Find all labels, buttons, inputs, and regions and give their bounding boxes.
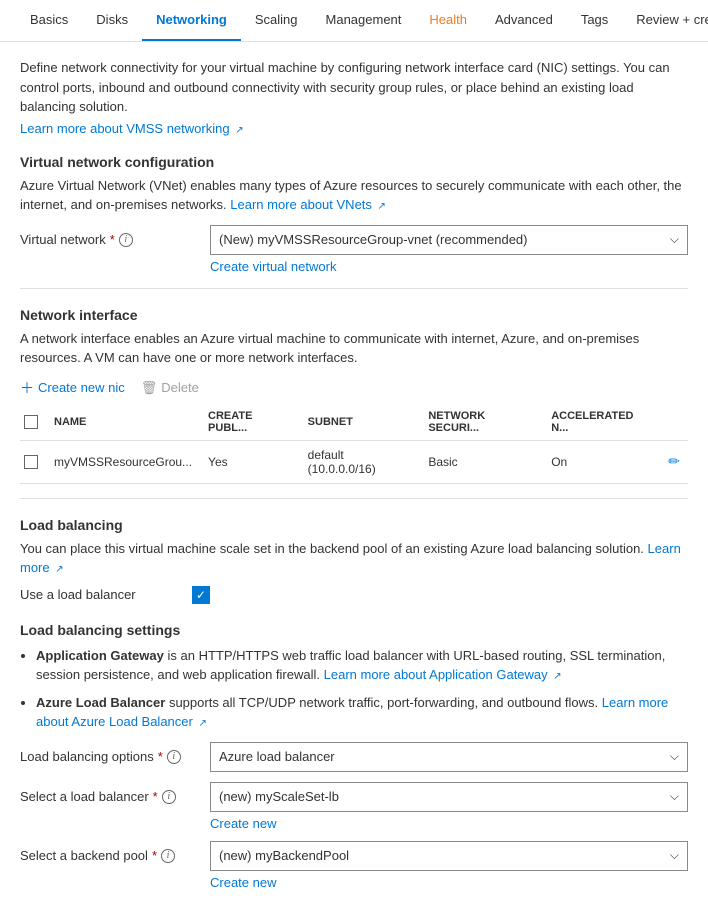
vnet-link-icon: ↗ bbox=[378, 201, 386, 212]
nic-col-name: NAME bbox=[46, 404, 200, 441]
lb-settings-title: Load balancing settings bbox=[20, 622, 688, 638]
lb-backend-dropdown[interactable]: (new) myBackendPool ⌵ bbox=[210, 841, 688, 871]
nic-col-subnet: SUBNET bbox=[300, 404, 421, 441]
lb-select-required: * bbox=[153, 789, 158, 804]
nic-section-title: Network interface bbox=[20, 307, 688, 323]
nic-row-checkbox[interactable] bbox=[24, 455, 38, 469]
app-gateway-link[interactable]: Learn more about Application Gateway bbox=[324, 667, 548, 682]
nic-row-accelerated: On bbox=[543, 440, 660, 483]
nic-row-subnet: default (10.0.0.0/16) bbox=[300, 440, 421, 483]
lb-select-dropdown[interactable]: (new) myScaleSet-lb ⌵ bbox=[210, 782, 688, 812]
table-row: myVMSSResourceGrou... Yes default (10.0.… bbox=[20, 440, 688, 483]
lb-options-dropdown[interactable]: Azure load balancer ⌵ bbox=[210, 742, 688, 772]
tab-disks[interactable]: Disks bbox=[82, 0, 142, 41]
nic-toolbar: ＋ Create new nic 🗑 Delete bbox=[20, 378, 688, 398]
vnet-label: Virtual network * i bbox=[20, 232, 200, 247]
create-lb-link[interactable]: Create new bbox=[210, 816, 688, 831]
nic-table: NAME CREATE PUBL... SUBNET NETWORK SECUR… bbox=[20, 404, 688, 484]
tab-management[interactable]: Management bbox=[312, 0, 416, 41]
use-lb-checkbox[interactable] bbox=[192, 586, 210, 604]
nic-row-security: Basic bbox=[420, 440, 543, 483]
edit-icon[interactable]: ✏ bbox=[668, 453, 680, 469]
nic-row-name: myVMSSResourceGrou... bbox=[46, 440, 200, 483]
vnet-required: * bbox=[110, 232, 115, 247]
create-backend-link[interactable]: Create new bbox=[210, 875, 688, 890]
create-nic-button[interactable]: ＋ Create new nic bbox=[20, 378, 125, 398]
azure-lb-label: Azure Load Balancer bbox=[36, 695, 165, 710]
main-content: Define network connectivity for your vir… bbox=[0, 42, 708, 906]
lb-section-title: Load balancing bbox=[20, 517, 688, 533]
list-item: Application Gateway is an HTTP/HTTPS web… bbox=[36, 646, 688, 685]
vnet-form-row: Virtual network * i (New) myVMSSResource… bbox=[20, 225, 688, 255]
azure-lb-desc: supports all TCP/UDP network traffic, po… bbox=[169, 695, 602, 710]
vnet-dropdown-chevron: ⌵ bbox=[670, 232, 679, 247]
vnet-info-icon[interactable]: i bbox=[119, 233, 133, 247]
delete-icon: 🗑 bbox=[141, 380, 158, 396]
lb-learn-more-icon: ↗ bbox=[55, 564, 63, 575]
nic-col-create-public-ip: CREATE PUBL... bbox=[200, 404, 300, 441]
lb-select-label: Select a load balancer * i bbox=[20, 789, 200, 804]
nic-header-checkbox bbox=[20, 404, 46, 441]
lb-select-form-row: Select a load balancer * i (new) myScale… bbox=[20, 782, 688, 812]
vnet-section-title: Virtual network configuration bbox=[20, 154, 688, 170]
nav-tabs: Basics Disks Networking Scaling Manageme… bbox=[0, 0, 708, 42]
lb-backend-chevron: ⌵ bbox=[670, 848, 679, 863]
nic-col-network-security: NETWORK SECURI... bbox=[420, 404, 543, 441]
nic-col-accelerated: ACCELERATED N... bbox=[543, 404, 660, 441]
plus-icon: ＋ bbox=[20, 378, 34, 398]
app-gateway-label: Application Gateway bbox=[36, 648, 164, 663]
lb-bullets-list: Application Gateway is an HTTP/HTTPS web… bbox=[36, 646, 688, 732]
lb-backend-label: Select a backend pool * i bbox=[20, 848, 200, 863]
nic-col-actions bbox=[660, 404, 688, 441]
lb-options-chevron: ⌵ bbox=[670, 749, 679, 764]
lb-options-form-row: Load balancing options * i Azure load ba… bbox=[20, 742, 688, 772]
lb-options-required: * bbox=[158, 749, 163, 764]
tab-scaling[interactable]: Scaling bbox=[241, 0, 312, 41]
lb-backend-required: * bbox=[152, 848, 157, 863]
nic-table-header-row: NAME CREATE PUBL... SUBNET NETWORK SECUR… bbox=[20, 404, 688, 441]
divider-1 bbox=[20, 288, 688, 289]
nic-row-public-ip: Yes bbox=[200, 440, 300, 483]
lb-options-info-icon[interactable]: i bbox=[167, 750, 181, 764]
lb-backend-info-icon[interactable]: i bbox=[161, 849, 175, 863]
lb-options-label: Load balancing options * i bbox=[20, 749, 200, 764]
tab-health[interactable]: Health bbox=[415, 0, 481, 41]
lb-backend-form-row: Select a backend pool * i (new) myBacken… bbox=[20, 841, 688, 871]
nic-select-all-checkbox[interactable] bbox=[24, 415, 38, 429]
vnet-link[interactable]: Learn more about VNets bbox=[230, 197, 372, 212]
vnet-dropdown[interactable]: (New) myVMSSResourceGroup-vnet (recommen… bbox=[210, 225, 688, 255]
nic-description: A network interface enables an Azure vir… bbox=[20, 329, 688, 368]
nic-row-checkbox-cell bbox=[20, 440, 46, 483]
lb-select-chevron: ⌵ bbox=[670, 789, 679, 804]
nic-row-edit[interactable]: ✏ bbox=[660, 440, 688, 483]
vmss-network-link[interactable]: Learn more about VMSS networking bbox=[20, 121, 230, 136]
tab-review-create[interactable]: Review + create bbox=[622, 0, 708, 41]
tab-basics[interactable]: Basics bbox=[16, 0, 82, 41]
page-description: Define network connectivity for your vir… bbox=[20, 58, 688, 117]
vnet-description: Azure Virtual Network (VNet) enables man… bbox=[20, 176, 688, 215]
lb-description: You can place this virtual machine scale… bbox=[20, 539, 688, 578]
tab-advanced[interactable]: Advanced bbox=[481, 0, 567, 41]
divider-2 bbox=[20, 498, 688, 499]
app-gateway-link-icon: ↗ bbox=[553, 671, 561, 682]
vmss-network-link-icon: ↗ bbox=[235, 125, 243, 136]
use-lb-row: Use a load balancer bbox=[20, 586, 688, 604]
create-vnet-link[interactable]: Create virtual network bbox=[210, 259, 336, 274]
delete-nic-button[interactable]: 🗑 Delete bbox=[141, 380, 199, 396]
azure-lb-link-icon: ↗ bbox=[198, 718, 206, 729]
list-item: Azure Load Balancer supports all TCP/UDP… bbox=[36, 693, 688, 732]
tab-tags[interactable]: Tags bbox=[567, 0, 622, 41]
tab-networking[interactable]: Networking bbox=[142, 0, 241, 41]
use-lb-label: Use a load balancer bbox=[20, 587, 180, 602]
